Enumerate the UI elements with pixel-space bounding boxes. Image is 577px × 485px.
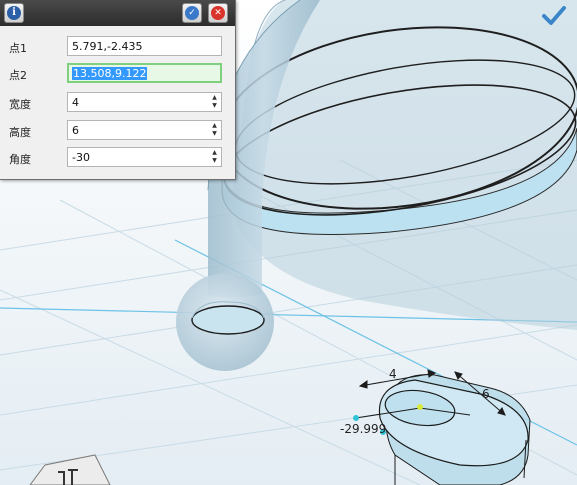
point2-value: 13.508,9.122 xyxy=(72,67,148,80)
width-dimension-label: 4 xyxy=(389,367,397,381)
width-spinner[interactable]: ▲ ▼ xyxy=(210,95,219,109)
point2-label: 点2 xyxy=(9,69,27,82)
check-icon: ✓ xyxy=(185,6,199,20)
spin-down-icon[interactable]: ▼ xyxy=(210,158,219,164)
field-row-point1: 点1 5.791,-2.435 xyxy=(0,36,235,58)
ok-button[interactable]: ✓ xyxy=(182,3,202,23)
spin-up-icon[interactable]: ▲ xyxy=(210,123,219,129)
parameter-panel: i ✓ ✕ 点1 5.791,-2.435 点2 13.508,9.122 宽度… xyxy=(0,0,236,180)
height-spinner[interactable]: ▲ ▼ xyxy=(210,123,219,137)
spin-down-icon[interactable]: ▼ xyxy=(210,131,219,137)
confirm-button[interactable] xyxy=(541,4,567,28)
height-input[interactable]: 6 ▲ ▼ xyxy=(67,120,222,140)
width-label: 宽度 xyxy=(9,98,31,111)
close-button[interactable]: ✕ xyxy=(208,3,228,23)
panel-header: i ✓ ✕ xyxy=(0,0,235,26)
info-icon: i xyxy=(7,6,21,20)
angle-dimension-label: -29.999 xyxy=(340,422,387,436)
angle-input[interactable]: -30 ▲ ▼ xyxy=(67,147,222,167)
spin-up-icon[interactable]: ▲ xyxy=(210,150,219,156)
field-row-angle: 角度 -30 ▲ ▼ xyxy=(0,147,235,169)
angle-spinner[interactable]: ▲ ▼ xyxy=(210,150,219,164)
point1-input[interactable]: 5.791,-2.435 xyxy=(67,36,222,56)
info-button[interactable]: i xyxy=(4,3,24,23)
angle-value: -30 xyxy=(72,151,90,164)
field-row-width: 宽度 4 ▲ ▼ xyxy=(0,92,235,114)
spin-up-icon[interactable]: ▲ xyxy=(210,95,219,101)
height-dimension-label: 6 xyxy=(482,387,490,401)
field-row-point2: 点2 13.508,9.122 xyxy=(0,63,235,85)
sphere[interactable] xyxy=(176,273,274,371)
field-row-height: 高度 6 ▲ ▼ xyxy=(0,120,235,142)
height-label: 高度 xyxy=(9,126,31,139)
point1-value: 5.791,-2.435 xyxy=(72,40,143,53)
spin-down-icon[interactable]: ▼ xyxy=(210,103,219,109)
close-icon: ✕ xyxy=(211,6,225,20)
width-value: 4 xyxy=(72,96,79,109)
width-input[interactable]: 4 ▲ ▼ xyxy=(67,92,222,112)
angle-label: 角度 xyxy=(9,153,31,166)
height-value: 6 xyxy=(72,124,79,137)
checkmark-icon xyxy=(542,6,566,25)
point1-label: 点1 xyxy=(9,42,27,55)
point2-input[interactable]: 13.508,9.122 xyxy=(67,63,222,83)
